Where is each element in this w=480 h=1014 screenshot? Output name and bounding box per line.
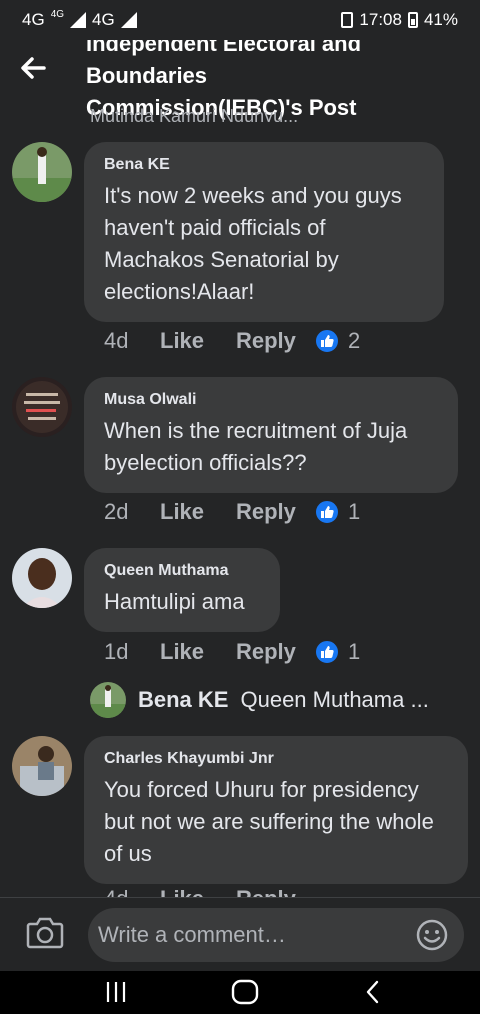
camera-icon[interactable]	[26, 916, 64, 955]
like-button[interactable]: Like	[160, 499, 236, 525]
system-nav-bar	[0, 971, 480, 1014]
previous-comment-preview[interactable]: Mutinda Kamuri Ndunyu...	[90, 106, 298, 122]
comment-bubble[interactable]: Bena KE It's now 2 weeks and you guys ha…	[84, 142, 444, 322]
status-right: 17:08 41%	[341, 10, 458, 30]
comment-text: You forced Uhuru for presidency but not …	[104, 777, 434, 866]
network-label-1: 4G	[22, 10, 45, 29]
comment-text: Hamtulipi ama	[104, 589, 245, 614]
comment-actions: 1d Like Reply 1	[104, 639, 360, 665]
battery-icon	[407, 12, 418, 28]
reply-button[interactable]: Reply	[236, 328, 314, 354]
comment-author[interactable]: Queen Muthama	[104, 562, 260, 580]
comment-composer: Write a comment…	[0, 897, 480, 971]
comment-bubble[interactable]: Queen Muthama Hamtulipi ama	[84, 548, 280, 632]
comment-input[interactable]: Write a comment…	[88, 908, 464, 962]
comment-actions: 2d Like Reply 1	[104, 499, 360, 525]
thumbs-up-icon[interactable]	[314, 499, 340, 525]
vibrate-icon	[341, 12, 354, 28]
signal-icon	[120, 12, 137, 28]
avatar[interactable]	[12, 142, 72, 202]
reaction-count[interactable]: 1	[348, 639, 360, 665]
comment-time[interactable]: 1d	[104, 639, 160, 665]
thumbs-up-icon[interactable]	[314, 328, 340, 354]
comment-list: Bena KE It's now 2 weeks and you guys ha…	[0, 122, 480, 897]
clock: 17:08	[359, 10, 402, 29]
avatar[interactable]	[12, 736, 72, 796]
avatar[interactable]	[90, 682, 126, 718]
comment-time[interactable]: 2d	[104, 499, 160, 525]
network-indicators: 4G 4G 4G	[22, 8, 137, 30]
reply-text: Queen Muthama ...	[240, 687, 429, 712]
comment-author[interactable]: Bena KE	[104, 156, 424, 174]
reaction-count[interactable]: 2	[348, 328, 360, 354]
home-icon[interactable]	[231, 979, 259, 1010]
comment-author[interactable]: Musa Olwali	[104, 391, 438, 409]
battery-level: 41%	[423, 10, 458, 29]
reaction-count[interactable]: 1	[348, 499, 360, 525]
comment-text: When is the recruitment of Juja byelecti…	[104, 418, 408, 475]
reply-button[interactable]: Reply	[236, 639, 314, 665]
comment-time[interactable]: 4d	[104, 886, 160, 897]
post-header: Independent Electoral and Boundaries Com…	[0, 40, 480, 122]
comment-author[interactable]: Charles Khayumbi Jnr	[104, 750, 448, 768]
emoji-icon[interactable]	[416, 919, 448, 956]
comment-placeholder: Write a comment…	[98, 922, 286, 947]
reply-author[interactable]: Bena KE	[138, 687, 228, 713]
thumbs-up-icon[interactable]	[314, 639, 340, 665]
back-nav-icon[interactable]	[364, 979, 382, 1010]
network-label-sup: 4G	[50, 8, 65, 20]
reply-button[interactable]: Reply	[236, 886, 314, 897]
like-button[interactable]: Like	[160, 639, 236, 665]
signal-icon	[70, 12, 87, 28]
like-button[interactable]: Like	[160, 886, 236, 897]
comment-actions: 4d Like Reply 2	[104, 328, 360, 354]
arrow-left-icon[interactable]	[20, 56, 46, 86]
network-label-2: 4G	[92, 10, 115, 29]
comment-bubble[interactable]: Musa Olwali When is the recruitment of J…	[84, 377, 458, 493]
status-bar: 4G 4G 4G 17:08 41%	[0, 0, 480, 40]
comment-time[interactable]: 4d	[104, 328, 160, 354]
reply-preview[interactable]: Bena KE Queen Muthama ...	[90, 682, 429, 718]
comment-actions: 4d Like Reply	[104, 886, 314, 897]
comment-text: It's now 2 weeks and you guys haven't pa…	[104, 183, 402, 304]
avatar[interactable]	[12, 548, 72, 608]
comment-bubble[interactable]: Charles Khayumbi Jnr You forced Uhuru fo…	[84, 736, 468, 884]
reply-button[interactable]: Reply	[236, 499, 314, 525]
avatar[interactable]	[12, 377, 72, 437]
like-button[interactable]: Like	[160, 328, 236, 354]
recent-apps-icon[interactable]	[104, 979, 128, 1010]
